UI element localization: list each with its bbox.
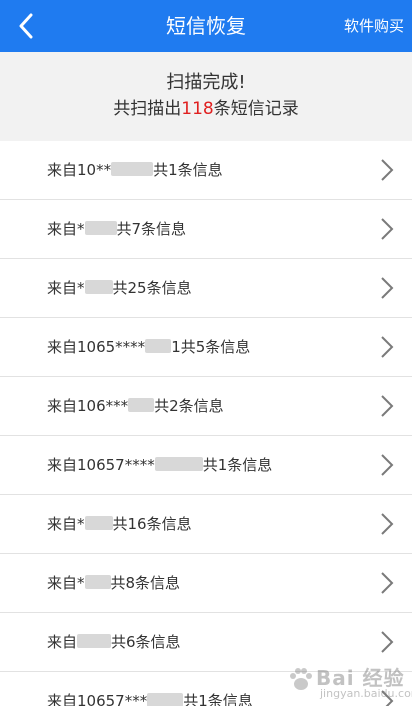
- list-item-text: 来自10657**** 共1条信息: [47, 436, 272, 494]
- message-count: 共6条信息: [111, 633, 181, 651]
- message-count: 共16条信息: [112, 515, 192, 533]
- message-count: 共8条信息: [110, 574, 181, 592]
- redacted-mask: [84, 221, 117, 235]
- top-bar: 短信恢复 软件购买: [0, 0, 412, 52]
- list-item-text: 来自10657*** 共1条信息: [47, 672, 253, 706]
- list-item[interactable]: 来自10657**** 共1条信息: [0, 436, 412, 495]
- list-item-text: 来自* 共8条信息: [47, 554, 180, 612]
- list-item[interactable]: 来自106*** 共2条信息: [0, 377, 412, 436]
- redacted-mask: [84, 516, 113, 530]
- chevron-right-icon: [381, 572, 394, 594]
- sender-prefix: 来自*: [47, 220, 85, 238]
- list-item[interactable]: 来自* 共7条信息: [0, 200, 412, 259]
- message-count: 共1条信息: [202, 456, 273, 474]
- redacted-mask: [84, 280, 113, 294]
- sender-prefix: 来自10**: [47, 161, 112, 179]
- message-count: 共2条信息: [154, 397, 224, 415]
- list-item[interactable]: 来自* 共25条信息: [0, 259, 412, 318]
- redacted-mask: [147, 693, 184, 706]
- chevron-right-icon: [381, 159, 394, 181]
- sender-prefix: 来自*: [47, 574, 85, 592]
- paw-logo-icon: [290, 668, 312, 690]
- redacted-mask: [84, 575, 111, 589]
- list-item[interactable]: 来自1065**** 1共5条信息: [0, 318, 412, 377]
- chevron-right-icon: [381, 336, 394, 358]
- chevron-right-icon: [381, 218, 394, 240]
- redacted-mask: [77, 634, 112, 648]
- app-screen: 短信恢复 软件购买 扫描完成! 共扫描出118条短信记录 来自10** 共1条信息…: [0, 0, 412, 706]
- chevron-right-icon: [381, 631, 394, 653]
- list-item[interactable]: 来自10** 共1条信息: [0, 141, 412, 200]
- sender-prefix: 来自: [47, 633, 78, 651]
- redacted-mask: [154, 457, 203, 471]
- list-item-text: 来自* 共16条信息: [47, 495, 192, 553]
- chevron-right-icon: [381, 395, 394, 417]
- sender-prefix: 来自*: [47, 279, 85, 297]
- list-item-text: 来自10** 共1条信息: [47, 141, 223, 199]
- list-item-text: 来自* 共25条信息: [47, 259, 192, 317]
- sender-prefix: 来自10657****: [47, 456, 155, 474]
- chevron-right-icon: [381, 513, 394, 535]
- scan-result-prefix: 共扫描出: [113, 99, 182, 119]
- sms-record-list: 来自10** 共1条信息 来自* 共7条信息 来自* 共25条信息 来自1065***…: [0, 141, 412, 706]
- message-count: 共7条信息: [116, 220, 187, 238]
- sender-prefix: 来自1065****: [47, 338, 146, 356]
- watermark-url: jingyan.baidu.com: [320, 687, 412, 700]
- scan-result-text: 共扫描出118条短信记录: [0, 94, 412, 119]
- buy-software-button[interactable]: 软件购买: [344, 0, 404, 52]
- scan-count: 118: [181, 99, 214, 119]
- redacted-mask: [111, 162, 154, 176]
- message-count: 共1条信息: [153, 161, 223, 179]
- list-item-text: 来自 共6条信息: [47, 613, 181, 671]
- chevron-right-icon: [381, 277, 394, 299]
- baidu-jingyan-watermark: Bai 经验 jingyan.baidu.com: [286, 660, 412, 704]
- scan-result-suffix: 条短信记录: [213, 99, 299, 119]
- message-count: 1共5条信息: [171, 338, 251, 356]
- message-count: 共25条信息: [112, 279, 192, 297]
- list-item-text: 来自106*** 共2条信息: [47, 377, 224, 435]
- list-item-text: 来自* 共7条信息: [47, 200, 186, 258]
- scan-summary: 扫描完成! 共扫描出118条短信记录: [0, 52, 412, 128]
- message-count: 共1条信息: [183, 692, 253, 706]
- scan-complete-title: 扫描完成!: [166, 72, 246, 93]
- list-item-text: 来自1065**** 1共5条信息: [47, 318, 250, 376]
- list-item[interactable]: 来自* 共8条信息: [0, 554, 412, 613]
- sender-prefix: 来自106***: [47, 397, 129, 415]
- list-item[interactable]: 来自* 共16条信息: [0, 495, 412, 554]
- sender-prefix: 来自10657***: [47, 692, 148, 706]
- redacted-mask: [128, 398, 155, 412]
- sender-prefix: 来自*: [47, 515, 85, 533]
- chevron-right-icon: [381, 454, 394, 476]
- redacted-mask: [145, 339, 172, 353]
